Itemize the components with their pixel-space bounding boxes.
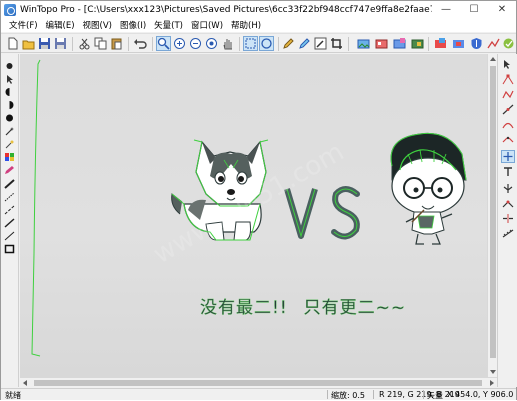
new-icon[interactable]: [5, 36, 20, 51]
scroll-up-icon[interactable]: [490, 57, 496, 61]
tool-pen-icon[interactable]: [3, 164, 16, 175]
copy-icon[interactable]: [93, 36, 108, 51]
menu-window[interactable]: 窗口(W): [187, 19, 227, 31]
tool-sparkle-icon[interactable]: [3, 138, 16, 149]
status-mode: 矢量: [427, 391, 443, 400]
scroll-right-icon[interactable]: [490, 380, 494, 386]
tool-magic-wand-icon[interactable]: [3, 125, 16, 136]
menu-bar: 文件(F) 编辑(E) 视图(V) 图像(I) 矢量(T) 窗口(W) 帮助(H…: [1, 18, 516, 32]
left-tool-palette: [1, 54, 19, 387]
caption-left: 没有最二!!: [200, 298, 288, 318]
pencil-icon[interactable]: [281, 36, 296, 51]
tool-brush-icon[interactable]: [3, 60, 16, 71]
open-icon[interactable]: [21, 36, 36, 51]
menu-file[interactable]: 文件(F): [5, 19, 42, 31]
maximize-button[interactable]: ☐: [460, 1, 488, 18]
vector-cross-icon[interactable]: [501, 150, 515, 163]
status-ready: 就绪: [5, 391, 21, 400]
vector-split-icon[interactable]: [501, 212, 515, 225]
image-canvas[interactable]: www.xue51.com 没有最二!! 只有更二~~: [20, 54, 487, 377]
canvas-caption: 没有最二!! 只有更二~~: [200, 293, 406, 318]
tool-circle-icon[interactable]: [3, 112, 16, 123]
zoom-in-icon[interactable]: [172, 36, 187, 51]
vertical-scroll-thumb[interactable]: [490, 66, 496, 358]
vector-text-icon[interactable]: [501, 165, 515, 178]
vector-edit-icon[interactable]: [501, 103, 515, 116]
tool-line-dashed-icon[interactable]: [3, 204, 16, 215]
menu-edit[interactable]: 编辑(E): [42, 19, 79, 31]
vector-join-icon[interactable]: [501, 133, 515, 146]
vector-trace-border: [31, 59, 41, 357]
zoom-out-icon[interactable]: [188, 36, 203, 51]
tool-palette-icon[interactable]: [3, 151, 16, 162]
vector-branch-icon[interactable]: [501, 182, 515, 195]
vector-measure-icon[interactable]: [501, 227, 515, 240]
vector-snap-icon[interactable]: [501, 197, 515, 210]
paste-icon[interactable]: [109, 36, 124, 51]
status-zoom: 缩放: 0.5: [331, 391, 365, 400]
vector-curve-icon[interactable]: [501, 118, 515, 131]
zoom-tool-icon[interactable]: [156, 36, 171, 51]
minimize-button[interactable]: —: [432, 1, 460, 18]
tool-fill-left-icon[interactable]: [3, 86, 16, 97]
edit-pencil-icon[interactable]: [297, 36, 312, 51]
window-title: WinTopo Pro - [C:\Users\xxx123\Pictures\…: [20, 4, 432, 15]
canvas-artwork: www.xue51.com: [31, 59, 467, 357]
undo-icon[interactable]: [133, 36, 148, 51]
right-tool-palette: [497, 54, 517, 387]
tool-line-thin-icon[interactable]: [3, 217, 16, 228]
shield-icon[interactable]: [469, 36, 484, 51]
status-bar: 就绪 缩放: 0.5 R 219, G 219, B 219 矢量 X 454.…: [1, 388, 516, 400]
select-rect-icon[interactable]: [243, 36, 258, 51]
vector-polyline-icon[interactable]: [501, 88, 515, 101]
crop-icon[interactable]: [329, 36, 344, 51]
menu-vector[interactable]: 矢量(T): [150, 19, 187, 31]
tool-pointer-icon[interactable]: [3, 73, 16, 84]
tool-line-dotted-icon[interactable]: [3, 191, 16, 202]
scroll-left-icon[interactable]: [23, 380, 27, 386]
vector-select-icon[interactable]: [501, 58, 515, 71]
save-as-icon[interactable]: [53, 36, 68, 51]
boy-with-glasses-drawing: [390, 132, 467, 245]
tool-rectangle-icon[interactable]: [3, 243, 16, 254]
menu-help[interactable]: 帮助(H): [227, 19, 265, 31]
cut-icon[interactable]: [77, 36, 92, 51]
color-op-2-icon[interactable]: [451, 36, 466, 51]
tool-fill-right-icon[interactable]: [3, 99, 16, 110]
scroll-down-icon[interactable]: [490, 370, 496, 374]
save-icon[interactable]: [37, 36, 52, 51]
main-toolbar: [1, 33, 516, 53]
title-bar: WinTopo Pro - [C:\Users\xxx123\Pictures\…: [1, 1, 516, 18]
image-op-3-icon[interactable]: [392, 36, 407, 51]
vertical-scrollbar[interactable]: [487, 54, 497, 377]
tool-line-thick-icon[interactable]: [3, 178, 16, 189]
vs-text-drawing: [284, 186, 360, 240]
image-op-4-icon[interactable]: [410, 36, 425, 51]
close-button[interactable]: ✕: [488, 1, 516, 18]
caption-right: 只有更二~~: [303, 298, 407, 318]
menu-view[interactable]: 视图(V): [79, 19, 116, 31]
zoom-fit-icon[interactable]: [204, 36, 219, 51]
menu-image[interactable]: 图像(I): [116, 19, 150, 31]
horizontal-scroll-thumb[interactable]: [34, 380, 482, 386]
app-window: WinTopo Pro - [C:\Users\xxx123\Pictures\…: [0, 0, 517, 400]
app-logo-icon: [4, 3, 16, 16]
vector-node-icon[interactable]: [501, 73, 515, 86]
image-op-1-icon[interactable]: [356, 36, 371, 51]
image-op-2-icon[interactable]: [374, 36, 389, 51]
color-op-1-icon[interactable]: [433, 36, 448, 51]
pan-hand-icon[interactable]: [220, 36, 235, 51]
eraser-icon[interactable]: [313, 36, 328, 51]
tool-line-icon[interactable]: [3, 230, 16, 241]
vector-op-1-icon[interactable]: [486, 36, 501, 51]
select-circle-icon[interactable]: [259, 36, 274, 51]
horizontal-scrollbar[interactable]: [20, 377, 497, 387]
status-coords: X 454.0, Y 906.0: [447, 390, 514, 399]
vector-op-2-icon[interactable]: [501, 36, 516, 51]
